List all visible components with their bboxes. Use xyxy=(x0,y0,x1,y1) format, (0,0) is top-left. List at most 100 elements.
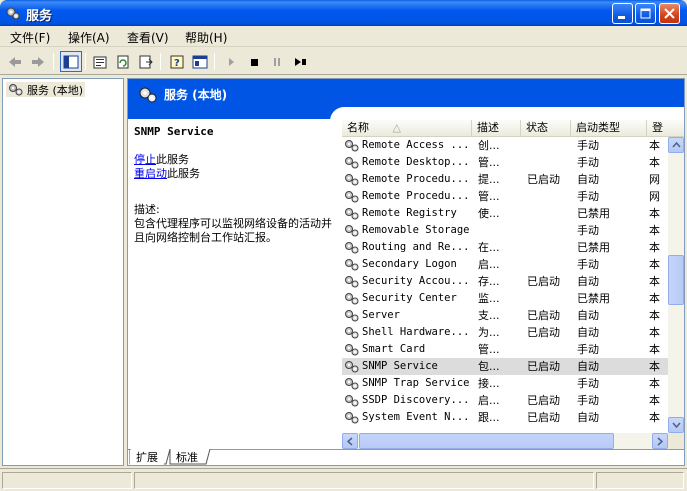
service-description-cell: 在... xyxy=(478,241,500,254)
forward-button[interactable] xyxy=(27,51,49,72)
back-button[interactable] xyxy=(4,51,26,72)
service-logon-cell: 本 xyxy=(649,343,660,356)
service-gear-icon xyxy=(345,360,359,372)
show-hide-tree-button[interactable] xyxy=(60,51,82,72)
service-status-cell: 已启动 xyxy=(527,411,560,424)
service-status-cell xyxy=(527,341,573,358)
service-status-cell xyxy=(527,188,573,205)
pause-service-button[interactable] xyxy=(266,51,288,72)
back-icon xyxy=(9,56,21,67)
table-row[interactable]: Security Center 监... 已禁用 本 xyxy=(342,290,668,307)
services-list: 名称 △ 描述 状态 启动类型 登 Remote Access ... 创... 手… xyxy=(342,120,684,450)
column-header-logon[interactable]: 登 xyxy=(647,120,684,136)
properties-button[interactable] xyxy=(89,51,111,72)
table-row[interactable]: Secondary Logon 启... 手动 本 xyxy=(342,256,668,273)
refresh-icon xyxy=(117,55,129,68)
service-name-cell: Smart Card xyxy=(344,341,474,358)
service-logon-cell: 网 xyxy=(649,190,660,203)
maximize-button[interactable] xyxy=(635,3,656,24)
scroll-left-button[interactable] xyxy=(342,433,358,449)
service-name-cell: Shell Hardware... xyxy=(344,324,474,341)
service-startup-cell: 自动 xyxy=(577,411,599,424)
service-status-cell xyxy=(527,222,573,239)
help-button[interactable]: ? xyxy=(166,51,188,72)
table-row[interactable]: Shell Hardware... 为... 已启动 自动 本 xyxy=(342,324,668,341)
table-row[interactable]: Remote Desktop... 管... 手动 本 xyxy=(342,154,668,171)
service-status-cell xyxy=(527,205,573,222)
table-row[interactable]: SNMP Service 包... 已启动 自动 本 xyxy=(342,358,668,375)
service-startup-cell: 自动 xyxy=(577,275,599,288)
stop-link-suffix: 此服务 xyxy=(156,153,189,166)
column-header-description[interactable]: 描述 xyxy=(472,120,521,136)
service-startup-cell: 已禁用 xyxy=(577,292,610,305)
column-header-name[interactable]: 名称 △ xyxy=(342,120,472,136)
service-logon-cell: 网 xyxy=(649,173,660,186)
vertical-scroll-thumb[interactable] xyxy=(668,255,684,305)
service-startup-cell: 自动 xyxy=(577,326,599,339)
table-row[interactable]: Security Accou... 存... 已启动 自动 本 xyxy=(342,273,668,290)
service-description-cell: 启... xyxy=(478,394,500,407)
scroll-up-button[interactable] xyxy=(668,137,684,153)
column-header-startup-type[interactable]: 启动类型 xyxy=(571,120,647,136)
table-row[interactable]: Remote Access ... 创... 手动 本 xyxy=(342,137,668,154)
menu-action[interactable]: 操作(A) xyxy=(68,29,110,46)
service-name-cell: Remote Procedu... xyxy=(344,171,474,188)
show-hide-tree-icon xyxy=(63,55,79,68)
column-header-status[interactable]: 状态 xyxy=(521,120,571,136)
service-gear-icon xyxy=(345,292,359,304)
export-list-button[interactable] xyxy=(135,51,157,72)
service-description-cell: 启... xyxy=(478,258,500,271)
service-description-cell: 创... xyxy=(478,139,500,152)
service-description-cell: 管... xyxy=(478,156,500,169)
service-startup-cell: 自动 xyxy=(577,173,599,186)
menu-view[interactable]: 查看(V) xyxy=(127,29,169,46)
start-service-button[interactable] xyxy=(220,51,242,72)
pause-service-icon xyxy=(274,57,280,66)
close-button[interactable] xyxy=(659,3,680,24)
console-tree: 服务 (本地) xyxy=(2,78,124,466)
table-row[interactable]: Remote Procedu... 管... 手动 网 xyxy=(342,188,668,205)
tree-node-services-local[interactable]: 服务 (本地) xyxy=(6,82,86,97)
start-service-icon xyxy=(229,57,234,66)
horizontal-scroll-thumb[interactable] xyxy=(359,433,614,449)
table-row[interactable]: System Event N... 跟... 已启动 自动 本 xyxy=(342,409,668,426)
table-row[interactable]: SNMP Trap Service 接... 手动 本 xyxy=(342,375,668,392)
service-gear-icon xyxy=(345,275,359,287)
service-logon-cell: 本 xyxy=(649,207,660,220)
vertical-scrollbar[interactable] xyxy=(668,137,684,433)
tab-standard[interactable]: 标准 xyxy=(170,450,204,465)
console-button[interactable] xyxy=(189,51,211,72)
menu-help[interactable]: 帮助(H) xyxy=(185,29,227,46)
table-row[interactable]: Routing and Re... 在... 已禁用 本 xyxy=(342,239,668,256)
scroll-down-button[interactable] xyxy=(668,417,684,433)
menu-file[interactable]: 文件(F) xyxy=(10,29,50,46)
table-row[interactable]: Remote Procedu... 提... 已启动 自动 网 xyxy=(342,171,668,188)
chevron-left-icon xyxy=(347,436,353,446)
service-logon-cell: 本 xyxy=(649,326,660,339)
table-row[interactable]: Server 支... 已启动 自动 本 xyxy=(342,307,668,324)
restart-service-link[interactable]: 重启动 xyxy=(134,167,167,180)
service-name-cell: SNMP Trap Service xyxy=(344,375,474,392)
horizontal-scrollbar[interactable] xyxy=(342,433,668,449)
service-gear-icon xyxy=(345,377,359,389)
service-startup-cell: 手动 xyxy=(577,156,599,169)
scroll-right-button[interactable] xyxy=(652,433,668,449)
table-row[interactable]: Remote Registry 使... 已禁用 本 xyxy=(342,205,668,222)
table-row[interactable]: Smart Card 管... 手动 本 xyxy=(342,341,668,358)
stop-service-button[interactable] xyxy=(243,51,265,72)
table-row[interactable]: SSDP Discovery... 启... 已启动 手动 本 xyxy=(342,392,668,409)
minimize-button[interactable] xyxy=(612,3,633,24)
table-row[interactable]: Removable Storage 手动 本 xyxy=(342,222,668,239)
service-logon-cell: 本 xyxy=(649,394,660,407)
service-status-cell xyxy=(527,290,573,307)
tab-extended[interactable]: 扩展 xyxy=(130,450,164,465)
service-name-cell: Remote Access ... xyxy=(344,137,474,154)
refresh-button[interactable] xyxy=(112,51,134,72)
service-description-cell xyxy=(478,222,524,239)
maximize-icon xyxy=(640,8,651,19)
stop-service-link[interactable]: 停止 xyxy=(134,153,156,166)
gear-icon xyxy=(9,83,23,95)
restart-service-button[interactable] xyxy=(289,51,311,72)
toolbar: ? xyxy=(0,48,687,75)
service-startup-cell: 已禁用 xyxy=(577,207,610,220)
